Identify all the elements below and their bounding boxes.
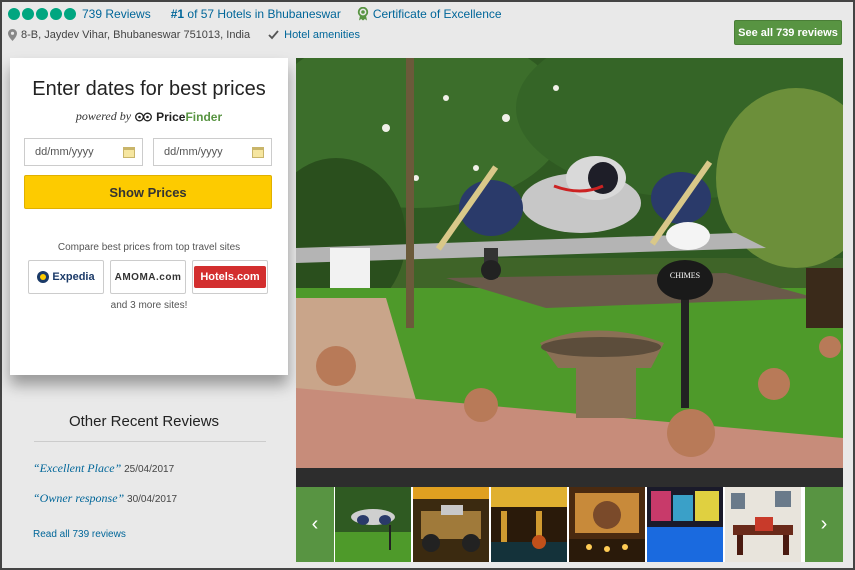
award-icon [357,7,369,21]
rank-number: #1 [170,7,185,21]
certificate-label: Certificate of Excellence [372,7,502,21]
thumb-pool [647,487,723,562]
next-photo-button[interactable]: › [805,487,843,562]
map-pin-icon [8,29,17,41]
photo-thumbnail[interactable] [491,487,567,562]
price-finder-panel: Enter dates for best prices powered by P… [10,58,288,375]
reviews-count-link[interactable]: 739 Reviews [82,7,151,21]
certificate-of-excellence[interactable]: Certificate of Excellence [357,7,502,21]
checkout-placeholder: dd/mm/yyyy [164,146,223,158]
rank-text: of 57 Hotels in Bhubaneswar [184,7,341,21]
rating-bubble-icon [36,8,48,20]
tripadvisor-owl-icon [135,112,153,121]
recent-review-item: “Excellent Place” 25/04/2017 [33,461,174,476]
thumb-lobby [491,487,567,562]
more-sites-text: and 3 more sites! [110,300,188,311]
pricefinder-logo-a: Price [156,109,186,124]
rating-bubble-icon [8,8,20,20]
main-hotel-photo[interactable]: CHIMES [296,58,843,468]
hotel-amenities-link[interactable]: Hotel amenities [268,29,360,41]
see-all-reviews-button[interactable]: See all 739 reviews [734,20,842,45]
calendar-icon[interactable] [252,147,264,158]
rating-bubble-icon [64,8,76,20]
checkin-date-field[interactable]: dd/mm/yyyy [24,138,143,166]
thumb-restaurant [725,487,801,562]
show-prices-button[interactable]: Show Prices [24,175,272,209]
review-date: 25/04/2017 [124,464,175,475]
photo-sign-text: CHIMES [670,271,700,280]
amoma-partner-button[interactable]: AMOMA.com [110,260,186,294]
expedia-partner-button[interactable]: Expedia [28,260,104,294]
rating-bar: 739 Reviews #1 of 57 Hotels in Bhubanesw… [8,5,502,23]
review-title-link[interactable]: “Excellent Place” [33,461,121,475]
pricefinder-logo: PriceFinder [156,110,222,124]
previous-photo-button[interactable]: ‹ [296,487,334,562]
divider [34,441,266,442]
photo-thumbnail[interactable] [647,487,723,562]
check-icon [268,30,279,40]
powered-by: powered by PriceFinder [10,109,288,124]
ranking-link[interactable]: #1 of 57 Hotels in Bhubaneswar [171,7,341,21]
calendar-icon[interactable] [123,147,135,158]
photo-caption-strip [296,468,843,487]
photo-thumbnail[interactable] [413,487,489,562]
garden-airplane-photo: CHIMES [296,58,843,468]
review-date: 30/04/2017 [127,494,178,505]
chevron-left-icon: ‹ [311,513,319,535]
photo-thumbnail[interactable] [569,487,645,562]
expedia-label: Expedia [52,271,95,283]
hotels-com-label: Hotels.com [194,266,266,288]
amenities-label: Hotel amenities [284,29,360,41]
hotels-com-partner-button[interactable]: Hotels.com [192,260,268,294]
powered-by-label: powered by [75,109,132,123]
thumb-decor [569,487,645,562]
other-reviews-heading: Other Recent Reviews [68,413,220,430]
thumb-garden-plane [335,487,411,562]
expedia-globe-icon [37,271,50,283]
recent-review-item: “Owner response” 30/04/2017 [33,491,177,506]
rating-bubble-icon [22,8,34,20]
photo-thumbnail[interactable] [725,487,801,562]
rating-bubble-icon [50,8,62,20]
photo-thumbnail[interactable] [335,487,411,562]
price-panel-title: Enter dates for best prices [32,78,266,100]
thumb-vintage-car [413,487,489,562]
chevron-right-icon: › [820,513,828,535]
rating-bubbles [8,8,76,20]
checkout-date-field[interactable]: dd/mm/yyyy [153,138,272,166]
hotel-address: 8-B, Jaydev Vihar, Bhubaneswar 751013, I… [21,29,251,41]
pricefinder-logo-b: Finder [185,109,223,124]
photo-thumbnail-strip: ‹ › [296,487,843,562]
compare-text: Compare best prices from top travel site… [57,242,241,253]
address-bar: 8-B, Jaydev Vihar, Bhubaneswar 751013, I… [8,27,360,43]
review-title-link[interactable]: “Owner response” [33,491,124,505]
checkin-placeholder: dd/mm/yyyy [35,146,94,158]
read-all-reviews-link[interactable]: Read all 739 reviews [33,529,126,540]
amoma-label: AMOMA.com [114,271,182,283]
